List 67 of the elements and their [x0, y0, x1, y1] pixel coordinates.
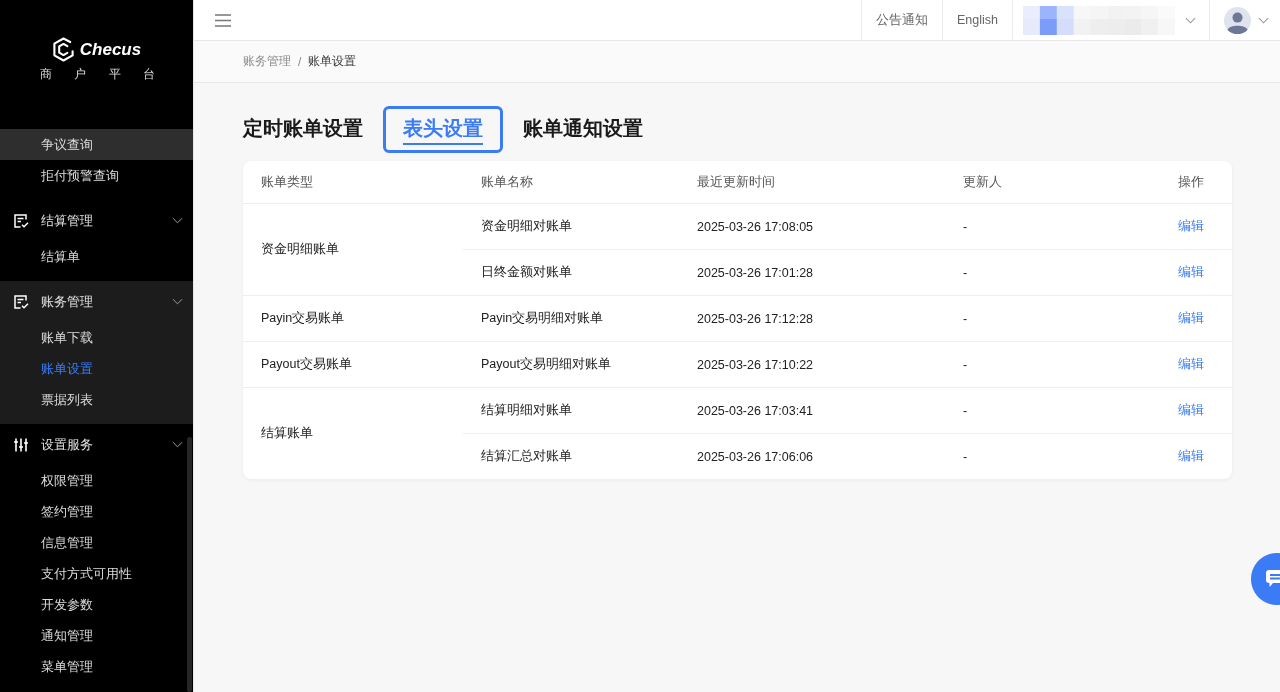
table-cell: - — [945, 341, 1150, 388]
tab[interactable]: 账单通知设置 — [503, 106, 663, 153]
table-cell: Payout交易明细对账单 — [463, 341, 679, 388]
sidebar-item[interactable]: 账单下载 — [0, 322, 193, 353]
sidebar-item[interactable]: 开发参数 — [0, 589, 193, 620]
edit-link[interactable]: 编辑 — [1178, 449, 1204, 463]
table-cell: - — [945, 433, 1150, 479]
logo-name: Checus — [79, 38, 142, 61]
sidebar-item[interactable]: 支付方式可用性 — [0, 558, 193, 589]
table-cell: 结算明细对账单 — [463, 387, 679, 434]
receipt-check-icon — [13, 212, 29, 229]
edit-link[interactable]: 编辑 — [1178, 219, 1204, 233]
table-cell: 2025-03-26 17:01:28 — [679, 249, 945, 296]
table-cell: 资金明细对账单 — [463, 203, 679, 250]
table-cell: - — [945, 387, 1150, 434]
receipt-check-icon — [13, 293, 29, 310]
table-cell: Payin交易明细对账单 — [463, 295, 679, 342]
sidebar-item[interactable]: 签约管理 — [0, 496, 193, 527]
table-cell: Payin交易账单 — [243, 295, 463, 342]
logo-subtitle: 商 户 平 台 — [40, 66, 155, 82]
logo-icon — [51, 37, 75, 62]
menu-icon[interactable] — [215, 13, 231, 27]
table-cell: 2025-03-26 17:08:05 — [679, 203, 945, 250]
sidebar-item[interactable]: 账单设置 — [0, 353, 193, 384]
scrollbar-thumb[interactable] — [187, 437, 192, 692]
column-header: 最近更新时间 — [679, 161, 945, 204]
sliders-icon — [13, 436, 29, 453]
sidebar-item[interactable]: 票据列表 — [0, 384, 193, 415]
tab[interactable]: 表头设置 — [383, 106, 503, 153]
sidebar-item[interactable]: 通知管理 — [0, 620, 193, 651]
sidebar-group-header[interactable]: 设置服务 — [0, 424, 193, 465]
table-cell: Payout交易账单 — [243, 341, 463, 388]
sidebar-group-header[interactable]: 结算管理 — [0, 200, 193, 241]
edit-link[interactable]: 编辑 — [1178, 265, 1204, 279]
column-header: 账单名称 — [463, 161, 679, 204]
chat-button[interactable] — [1251, 553, 1280, 605]
table-cell: 结算汇总对账单 — [463, 433, 679, 479]
edit-link[interactable]: 编辑 — [1178, 357, 1204, 371]
table-cell: 资金明细账单 — [243, 203, 463, 296]
caret-icon — [1258, 16, 1269, 24]
tab[interactable]: 定时账单设置 — [223, 106, 383, 153]
table-cell: - — [945, 249, 1150, 296]
table-cell: 2025-03-26 17:10:22 — [679, 341, 945, 388]
column-header: 更新人 — [945, 161, 1150, 204]
sidebar-item[interactable]: 信息管理 — [0, 527, 193, 558]
table-cell: - — [945, 295, 1150, 342]
sidebar-item[interactable]: 拒付预警查询 — [0, 160, 193, 191]
table-cell: 日终金额对账单 — [463, 249, 679, 296]
column-header: 账单类型 — [243, 161, 463, 204]
sidebar-group-header[interactable]: 账务管理 — [0, 281, 193, 322]
edit-link[interactable]: 编辑 — [1178, 311, 1204, 325]
sidebar-item[interactable]: 结算单 — [0, 241, 193, 272]
breadcrumb-link[interactable]: 账务管理 — [243, 53, 291, 70]
sidebar-item[interactable]: 争议查询 — [0, 129, 193, 160]
table-cell: 2025-03-26 17:12:28 — [679, 295, 945, 342]
table-cell: 结算账单 — [243, 387, 463, 479]
sidebar-item[interactable]: 菜单管理 — [0, 651, 193, 682]
breadcrumb-separator: / — [298, 54, 302, 69]
caret-icon — [1185, 16, 1196, 24]
table-cell: - — [945, 203, 1150, 250]
avatar-icon — [1224, 6, 1251, 34]
sidebar-item[interactable]: 权限管理 — [0, 465, 193, 496]
table-cell: 2025-03-26 17:03:41 — [679, 387, 945, 434]
edit-link[interactable]: 编辑 — [1178, 403, 1204, 417]
breadcrumb-current: 账单设置 — [308, 53, 357, 70]
column-header: 操作 — [1150, 161, 1232, 204]
table-cell: 2025-03-26 17:06:06 — [679, 433, 945, 479]
